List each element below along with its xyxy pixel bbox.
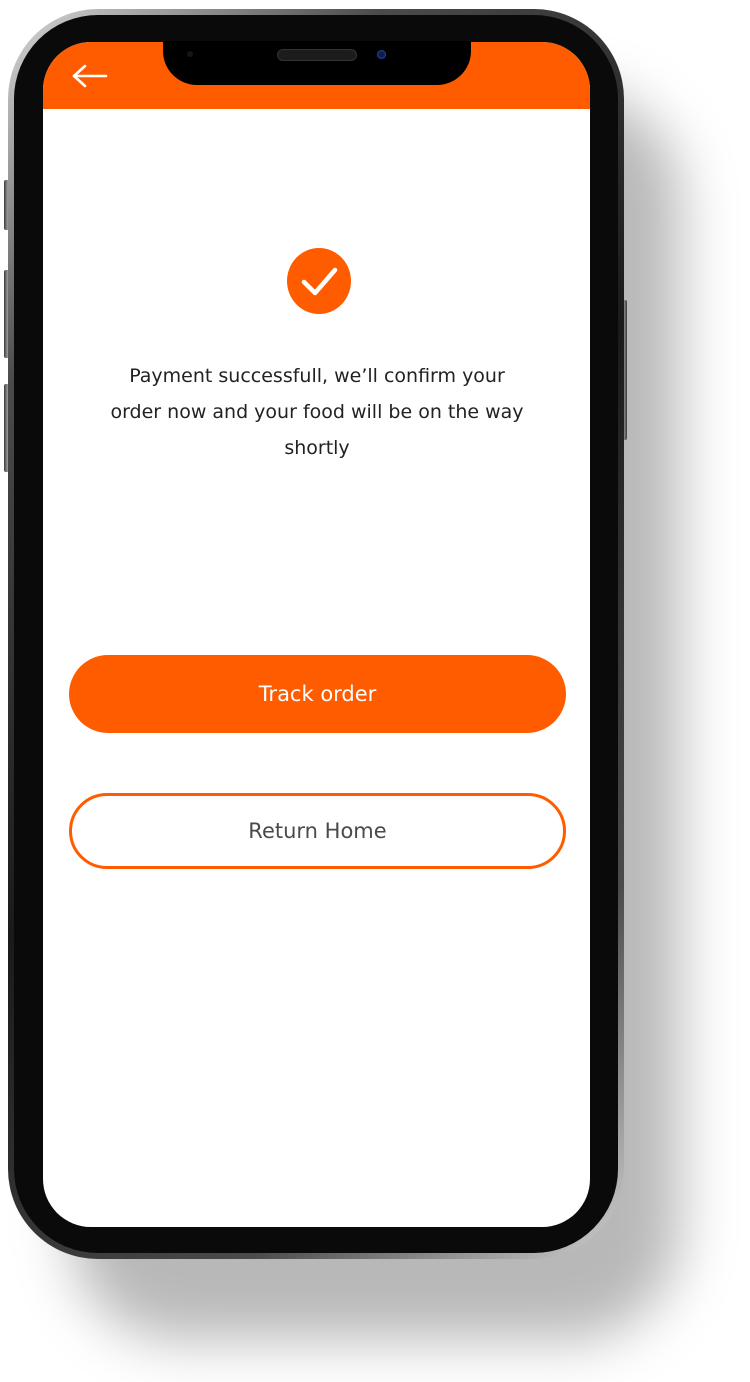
arrow-left-icon[interactable] <box>71 64 109 88</box>
earpiece-speaker <box>277 49 357 61</box>
front-camera <box>377 50 386 59</box>
device-mockup: Payment successfull, we’ll confirm your … <box>0 0 750 1382</box>
phone-notch <box>163 41 471 85</box>
track-order-button[interactable]: Track order <box>69 655 566 733</box>
app-screen: Payment successfull, we’ll confirm your … <box>43 42 590 1227</box>
proximity-sensor <box>187 51 193 57</box>
return-home-button[interactable]: Return Home <box>69 793 566 869</box>
checkmark-icon <box>287 248 351 314</box>
payment-success-message: Payment successfull, we’ll confirm your … <box>110 365 524 459</box>
